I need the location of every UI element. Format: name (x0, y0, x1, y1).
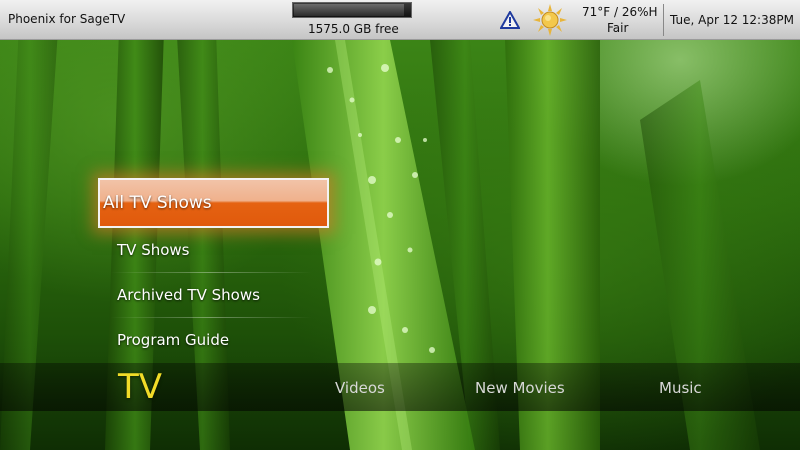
submenu-item-label: All TV Shows (103, 193, 212, 213)
submenu-item-label: Archived TV Shows (117, 286, 260, 304)
submenu-item-archived-tv-shows[interactable]: Archived TV Shows (98, 273, 330, 318)
disk-usage-bar (292, 2, 412, 18)
main-menu-bar: TV Videos New Movies Music (0, 363, 800, 411)
sun-icon (533, 4, 567, 36)
submenu-item-label: TV Shows (117, 241, 190, 259)
date-time: Tue, Apr 12 12:38PM (670, 13, 794, 27)
main-menu-item-tv[interactable]: TV (118, 367, 162, 407)
main-menu-item-music[interactable]: Music (659, 379, 702, 397)
disk-usage-fill (294, 4, 405, 16)
submenu-item-program-guide[interactable]: Program Guide (98, 318, 330, 363)
temperature-humidity: 71°F / 26%H (582, 5, 658, 19)
status-divider (663, 4, 664, 36)
main-menu-item-videos[interactable]: Videos (335, 379, 385, 397)
disk-free-text: 1575.0 GB free (308, 22, 399, 36)
submenu-item-tv-shows[interactable]: TV Shows (98, 228, 330, 273)
submenu-item-all-tv-shows[interactable]: All TV Shows (98, 178, 330, 228)
warning-icon[interactable] (500, 11, 520, 29)
submenu-item-label: Program Guide (117, 331, 230, 349)
main-menu-item-new-movies[interactable]: New Movies (475, 379, 565, 397)
tv-submenu: All TV Shows TV Shows Archived TV Shows … (98, 178, 330, 363)
weather-condition: Fair (607, 21, 629, 35)
top-status-bar: Phoenix for SageTV 1575.0 GB free 71°F /… (0, 0, 800, 40)
disk-space-indicator: 1575.0 GB free (292, 2, 412, 38)
app-title: Phoenix for SageTV (8, 12, 126, 26)
